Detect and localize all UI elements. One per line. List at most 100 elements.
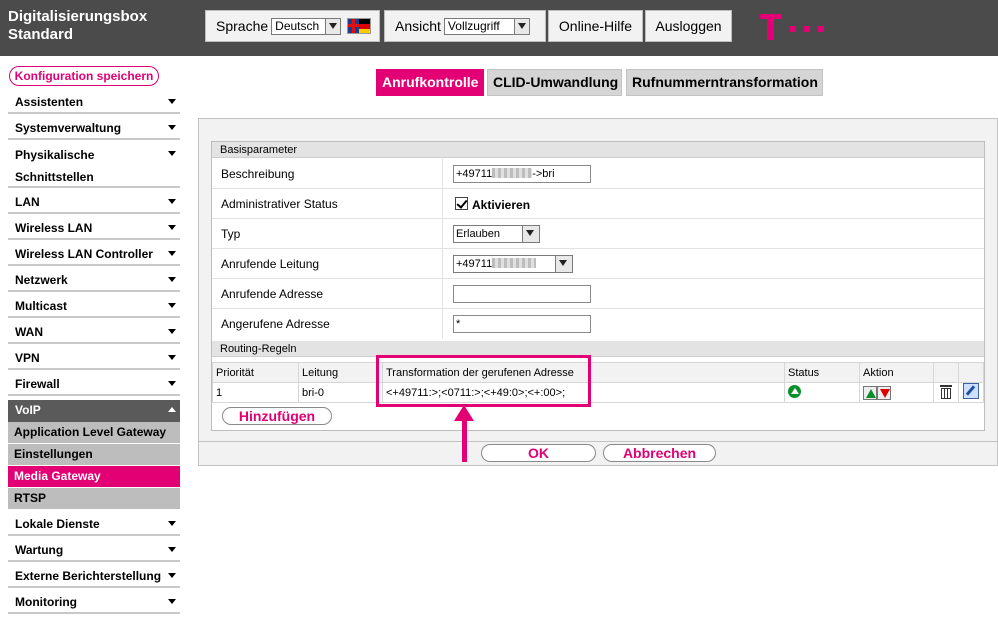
tab-rufnummerntransformation[interactable]: Rufnummerntransformation [626, 69, 823, 96]
sidebar-subitem-application-level-gateway[interactable]: Application Level Gateway [8, 422, 180, 444]
beschreibung-suffix: ->bri [532, 168, 555, 180]
sidebar-item-label: Systemverwaltung [15, 121, 122, 135]
view-selector: Ansicht Vollzugriff [384, 10, 546, 42]
move-down-icon[interactable] [877, 385, 891, 400]
anrufende-adresse-input[interactable] [453, 285, 591, 303]
cancel-button[interactable]: Abbrechen [603, 444, 716, 462]
sidebar-item-externe-berichterstellung[interactable]: Externe Berichterstellung [8, 566, 180, 588]
sidebar-subitem-media-gateway[interactable]: Media Gateway [8, 466, 180, 488]
sidebar-item-label: Wireless LAN [15, 221, 93, 235]
tab-clid-umwandlung[interactable]: CLID-Umwandlung [487, 69, 622, 96]
chevron-up-icon [168, 407, 176, 412]
sidebar-item-label: Multicast [15, 299, 68, 313]
sidebar-item-label: WAN [15, 325, 43, 339]
ok-button[interactable]: OK [481, 444, 596, 462]
sidebar-subitem-einstellungen[interactable]: Einstellungen [8, 444, 180, 466]
row-admin-status: Administrativer Status Aktivieren [212, 189, 984, 219]
sidebar-item-label: Schnittstellen [15, 170, 94, 184]
move-up-icon[interactable] [863, 385, 877, 400]
online-help-label: Online-Hilfe [558, 18, 633, 34]
sidebar-item-physikalische-schnittstellen[interactable]: Physikalische Schnittstellen [8, 144, 180, 188]
sidebar-item-systemverwaltung[interactable]: Systemverwaltung [8, 118, 180, 140]
anrufende-leitung-select[interactable]: +49711 [453, 255, 573, 273]
sidebar-item-label: Lokale Dienste [15, 517, 100, 531]
sidebar-subitem-rtsp[interactable]: RTSP [8, 488, 180, 510]
sidebar-item-monitoring[interactable]: Monitoring [8, 592, 180, 614]
sidebar-item-voip[interactable]: VoIP [8, 400, 180, 422]
view-select[interactable]: Vollzugriff [443, 17, 530, 35]
product-title-line2: Standard [8, 26, 74, 43]
chevron-down-icon [513, 18, 529, 34]
chevron-down-icon [325, 18, 341, 34]
sidebar-item-firewall[interactable]: Firewall [8, 374, 180, 396]
language-select[interactable]: Deutsch [271, 17, 342, 35]
sidebar-item-wireless-lan[interactable]: Wireless LAN [8, 218, 180, 240]
sidebar-subitem-label: RTSP [14, 491, 47, 505]
chevron-down-icon [168, 99, 176, 104]
angerufene-adresse-input[interactable]: * [453, 315, 591, 333]
sidebar-item-assistenten[interactable]: Assistenten [8, 92, 180, 114]
telekom-logo [760, 8, 830, 44]
chevron-down-icon [555, 256, 572, 272]
highlight-arrow-stem [462, 418, 467, 462]
section-header-routing-regeln: Routing-Regeln [212, 341, 984, 357]
add-rule-button[interactable]: Hinzufügen [222, 407, 332, 425]
edit-icon[interactable] [963, 383, 979, 399]
typ-select[interactable]: Erlauben [453, 225, 540, 243]
content-panel: Basisparameter Beschreibung +49711 ->bri … [198, 118, 998, 466]
typ-select-value: Erlauben [456, 228, 501, 240]
top-header: Digitalisierungsbox Standard Sprache Deu… [0, 0, 998, 56]
field-label: Typ [221, 227, 241, 241]
logout-button[interactable]: Ausloggen [645, 10, 732, 42]
row-angerufene-adresse: Angerufene Adresse * [212, 309, 984, 339]
chevron-down-icon [168, 303, 176, 308]
highlight-box [376, 355, 591, 407]
col-edit [958, 362, 984, 383]
sidebar-item-wartung[interactable]: Wartung [8, 540, 180, 562]
sidebar-item-lokale-dienste[interactable]: Lokale Dienste [8, 514, 180, 536]
trash-icon[interactable] [939, 383, 953, 399]
chevron-down-icon [168, 573, 176, 578]
routing-table: Priorität Leitung Transformation der ger… [212, 362, 984, 403]
redacted-text [492, 168, 533, 178]
chevron-down-icon [168, 199, 176, 204]
divider [199, 441, 997, 442]
sidebar-item-label: VoIP [15, 403, 41, 417]
sidebar-item-netzwerk[interactable]: Netzwerk [8, 270, 180, 292]
sidebar-item-vpn[interactable]: VPN [8, 348, 180, 370]
row-anrufende-leitung: Anrufende Leitung +49711 [212, 249, 984, 279]
cell-aktion [859, 382, 934, 403]
sidebar-item-label: Firewall [15, 377, 60, 391]
field-label: Angerufene Adresse [221, 317, 330, 331]
sidebar-item-wan[interactable]: WAN [8, 322, 180, 344]
sidebar-item-label: Monitoring [15, 595, 77, 609]
sidebar-item-multicast[interactable]: Multicast [8, 296, 180, 318]
aktivieren-checkbox[interactable] [455, 197, 468, 210]
status-active-icon[interactable] [788, 384, 801, 398]
sidebar-item-label: VPN [15, 351, 40, 365]
aktivieren-label: Aktivieren [472, 198, 531, 212]
tab-anrufkontrolle[interactable]: Anrufkontrolle [376, 69, 484, 96]
sidebar-subitem-label: Einstellungen [14, 447, 93, 461]
chevron-down-icon [522, 226, 539, 242]
product-title-line1: Digitalisierungsbox [8, 8, 148, 25]
row-anrufende-adresse: Anrufende Adresse [212, 279, 984, 309]
save-configuration-button[interactable]: Konfiguration speichern [9, 66, 159, 86]
sidebar-item-wireless-lan-controller[interactable]: Wireless LAN Controller [8, 244, 180, 266]
chevron-down-icon [168, 329, 176, 334]
sidebar-item-label: LAN [15, 195, 40, 209]
view-select-value: Vollzugriff [447, 19, 500, 33]
section-header-basisparameter: Basisparameter [212, 142, 984, 158]
col-aktion: Aktion [859, 362, 934, 383]
online-help-button[interactable]: Online-Hilfe [548, 10, 643, 42]
sidebar-item-lan[interactable]: LAN [8, 192, 180, 214]
redacted-text [492, 258, 537, 268]
field-label: Anrufende Leitung [221, 257, 320, 271]
language-flag-icon[interactable] [347, 18, 372, 34]
sidebar-item-label: Wireless LAN Controller [15, 247, 153, 261]
logout-label: Ausloggen [655, 18, 722, 34]
beschreibung-input[interactable]: +49711 ->bri [453, 165, 591, 183]
chevron-down-icon [168, 225, 176, 230]
sidebar: Konfiguration speichern [8, 66, 180, 86]
col-leitung: Leitung [298, 362, 383, 383]
